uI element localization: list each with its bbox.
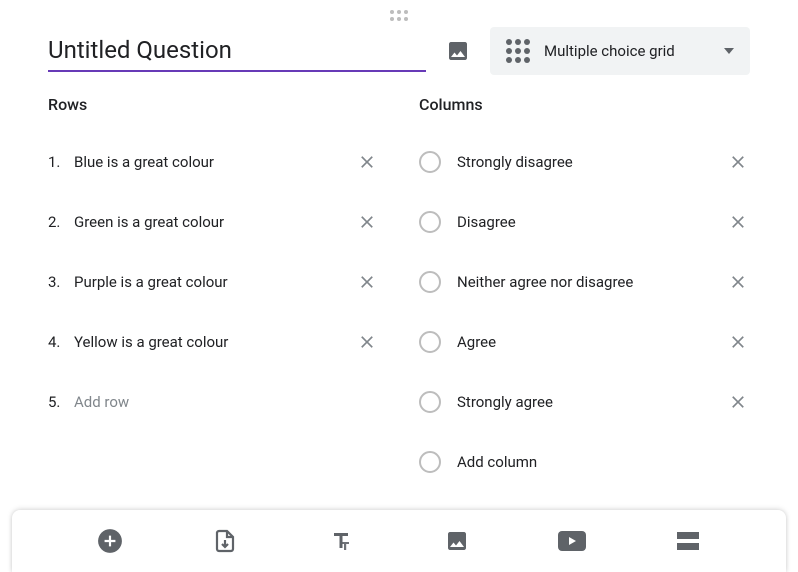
row-item: 2. Green is a great colour bbox=[48, 192, 379, 252]
plus-circle-icon bbox=[97, 528, 123, 554]
add-image-toolbar-button[interactable] bbox=[443, 527, 471, 555]
remove-row-button[interactable] bbox=[355, 210, 379, 234]
remove-row-button[interactable] bbox=[355, 330, 379, 354]
row-text[interactable]: Yellow is a great colour bbox=[74, 333, 355, 351]
question-type-selector[interactable]: Multiple choice grid bbox=[490, 27, 750, 75]
text-icon bbox=[329, 529, 353, 553]
image-icon bbox=[445, 529, 469, 553]
row-number: 4. bbox=[48, 333, 74, 351]
row-number: 1. bbox=[48, 153, 74, 171]
remove-column-button[interactable] bbox=[726, 210, 750, 234]
close-icon bbox=[357, 332, 377, 352]
question-title-field[interactable] bbox=[48, 30, 426, 72]
add-question-button[interactable] bbox=[96, 527, 124, 555]
remove-column-button[interactable] bbox=[726, 270, 750, 294]
close-icon bbox=[357, 212, 377, 232]
close-icon bbox=[728, 332, 748, 352]
import-file-icon bbox=[213, 529, 237, 553]
dropdown-arrow-icon bbox=[724, 48, 734, 54]
radio-icon bbox=[419, 211, 441, 233]
radio-icon bbox=[419, 271, 441, 293]
import-questions-button[interactable] bbox=[211, 527, 239, 555]
columns-column: Columns Strongly disagree Disagree Neith… bbox=[419, 95, 750, 492]
grid-icon bbox=[506, 39, 530, 63]
radio-icon bbox=[419, 451, 441, 473]
add-section-button[interactable] bbox=[674, 527, 702, 555]
close-icon bbox=[357, 272, 377, 292]
column-text[interactable]: Strongly disagree bbox=[457, 153, 710, 171]
remove-column-button[interactable] bbox=[726, 330, 750, 354]
column-item: Neither agree nor disagree bbox=[419, 252, 750, 312]
add-column-placeholder: Add column bbox=[457, 453, 750, 471]
question-header: Multiple choice grid bbox=[0, 27, 798, 81]
rows-column: Rows 1. Blue is a great colour 2. Green … bbox=[48, 95, 379, 492]
remove-row-button[interactable] bbox=[355, 150, 379, 174]
radio-icon bbox=[419, 391, 441, 413]
radio-icon bbox=[419, 151, 441, 173]
column-text[interactable]: Disagree bbox=[457, 213, 710, 231]
add-row-placeholder: Add row bbox=[74, 393, 379, 411]
floating-toolbar bbox=[12, 510, 786, 572]
close-icon bbox=[728, 152, 748, 172]
video-icon bbox=[558, 531, 586, 551]
column-item: Disagree bbox=[419, 192, 750, 252]
columns-title: Columns bbox=[419, 95, 750, 114]
row-text[interactable]: Blue is a great colour bbox=[74, 153, 355, 171]
close-icon bbox=[728, 272, 748, 292]
close-icon bbox=[357, 152, 377, 172]
column-item: Agree bbox=[419, 312, 750, 372]
column-item: Strongly agree bbox=[419, 372, 750, 432]
row-number: 5. bbox=[48, 393, 74, 411]
row-text[interactable]: Green is a great colour bbox=[74, 213, 355, 231]
section-icon bbox=[676, 531, 700, 551]
add-video-button[interactable] bbox=[558, 527, 586, 555]
column-text[interactable]: Agree bbox=[457, 333, 710, 351]
add-image-button[interactable] bbox=[446, 39, 470, 63]
add-title-button[interactable] bbox=[327, 527, 355, 555]
row-text[interactable]: Purple is a great colour bbox=[74, 273, 355, 291]
remove-row-button[interactable] bbox=[355, 270, 379, 294]
rows-title: Rows bbox=[48, 95, 379, 114]
add-row-item[interactable]: 5. Add row bbox=[48, 372, 379, 432]
row-number: 3. bbox=[48, 273, 74, 291]
add-column-item[interactable]: Add column bbox=[419, 432, 750, 492]
drag-dots-icon bbox=[390, 10, 408, 21]
question-type-label: Multiple choice grid bbox=[544, 42, 710, 60]
remove-column-button[interactable] bbox=[726, 150, 750, 174]
row-item: 1. Blue is a great colour bbox=[48, 132, 379, 192]
close-icon bbox=[728, 392, 748, 412]
row-item: 4. Yellow is a great colour bbox=[48, 312, 379, 372]
grid-body: Rows 1. Blue is a great colour 2. Green … bbox=[0, 81, 798, 492]
row-number: 2. bbox=[48, 213, 74, 231]
question-title-input[interactable] bbox=[48, 30, 426, 72]
column-text[interactable]: Strongly agree bbox=[457, 393, 710, 411]
image-icon bbox=[446, 39, 470, 63]
drag-handle[interactable] bbox=[0, 0, 798, 27]
remove-column-button[interactable] bbox=[726, 390, 750, 414]
column-item: Strongly disagree bbox=[419, 132, 750, 192]
close-icon bbox=[728, 212, 748, 232]
column-text[interactable]: Neither agree nor disagree bbox=[457, 273, 710, 291]
radio-icon bbox=[419, 331, 441, 353]
row-item: 3. Purple is a great colour bbox=[48, 252, 379, 312]
